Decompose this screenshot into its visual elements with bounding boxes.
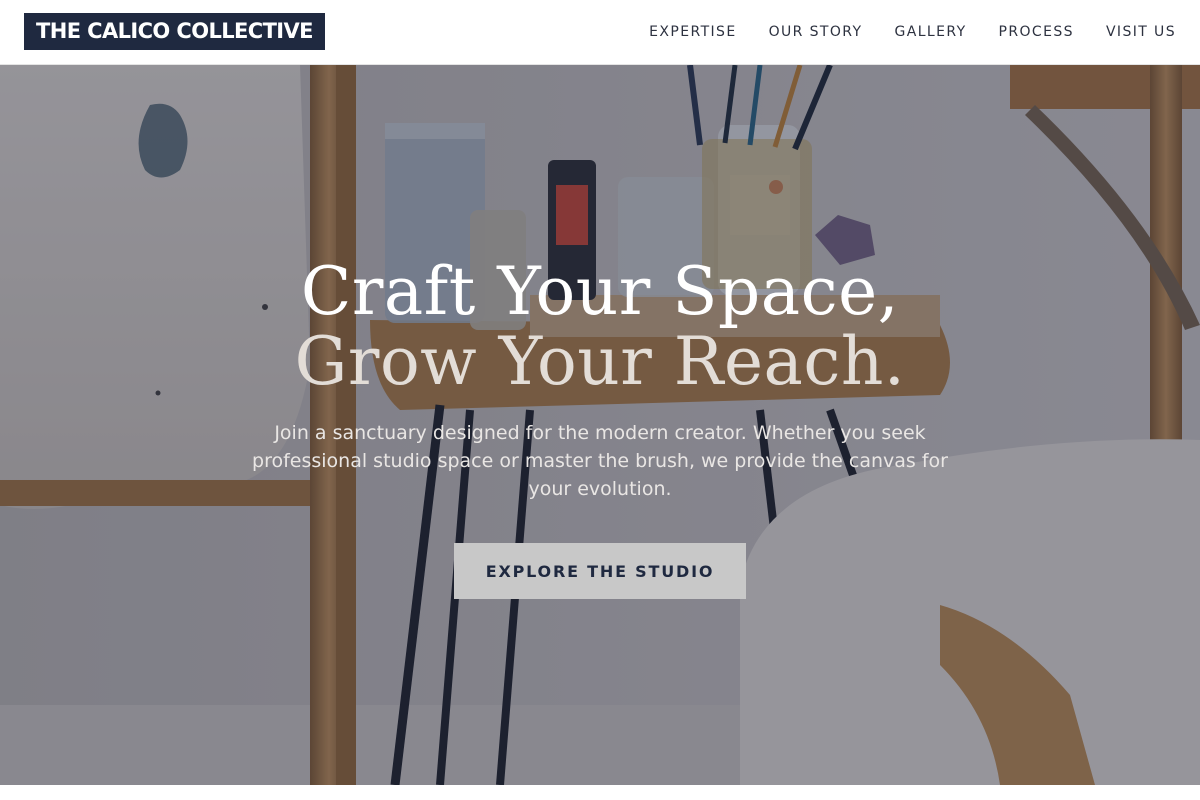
hero-headline-line1: Craft Your Space, bbox=[300, 253, 900, 330]
nav-link-gallery[interactable]: GALLERY bbox=[894, 24, 966, 40]
main-nav: EXPERTISE OUR STORY GALLERY PROCESS VISI… bbox=[649, 0, 1176, 64]
hero-content: Craft Your Space, Grow Your Reach. Join … bbox=[0, 65, 1200, 785]
logo[interactable]: THE CALICO COLLECTIVE bbox=[24, 13, 325, 50]
hero-section: Craft Your Space, Grow Your Reach. Join … bbox=[0, 65, 1200, 785]
site-header: THE CALICO COLLECTIVE EXPERTISE OUR STOR… bbox=[0, 0, 1200, 65]
nav-link-process[interactable]: PROCESS bbox=[999, 24, 1074, 40]
section-divider bbox=[0, 785, 1200, 800]
nav-link-expertise[interactable]: EXPERTISE bbox=[649, 24, 736, 40]
nav-link-visit-us[interactable]: VISIT US bbox=[1106, 24, 1176, 40]
hero-description: Join a sanctuary designed for the modern… bbox=[252, 422, 948, 500]
nav-link-our-story[interactable]: OUR STORY bbox=[769, 24, 863, 40]
explore-studio-button[interactable]: EXPLORE THE STUDIO bbox=[454, 543, 746, 599]
hero-headline-line2: Grow Your Reach. bbox=[294, 323, 906, 400]
